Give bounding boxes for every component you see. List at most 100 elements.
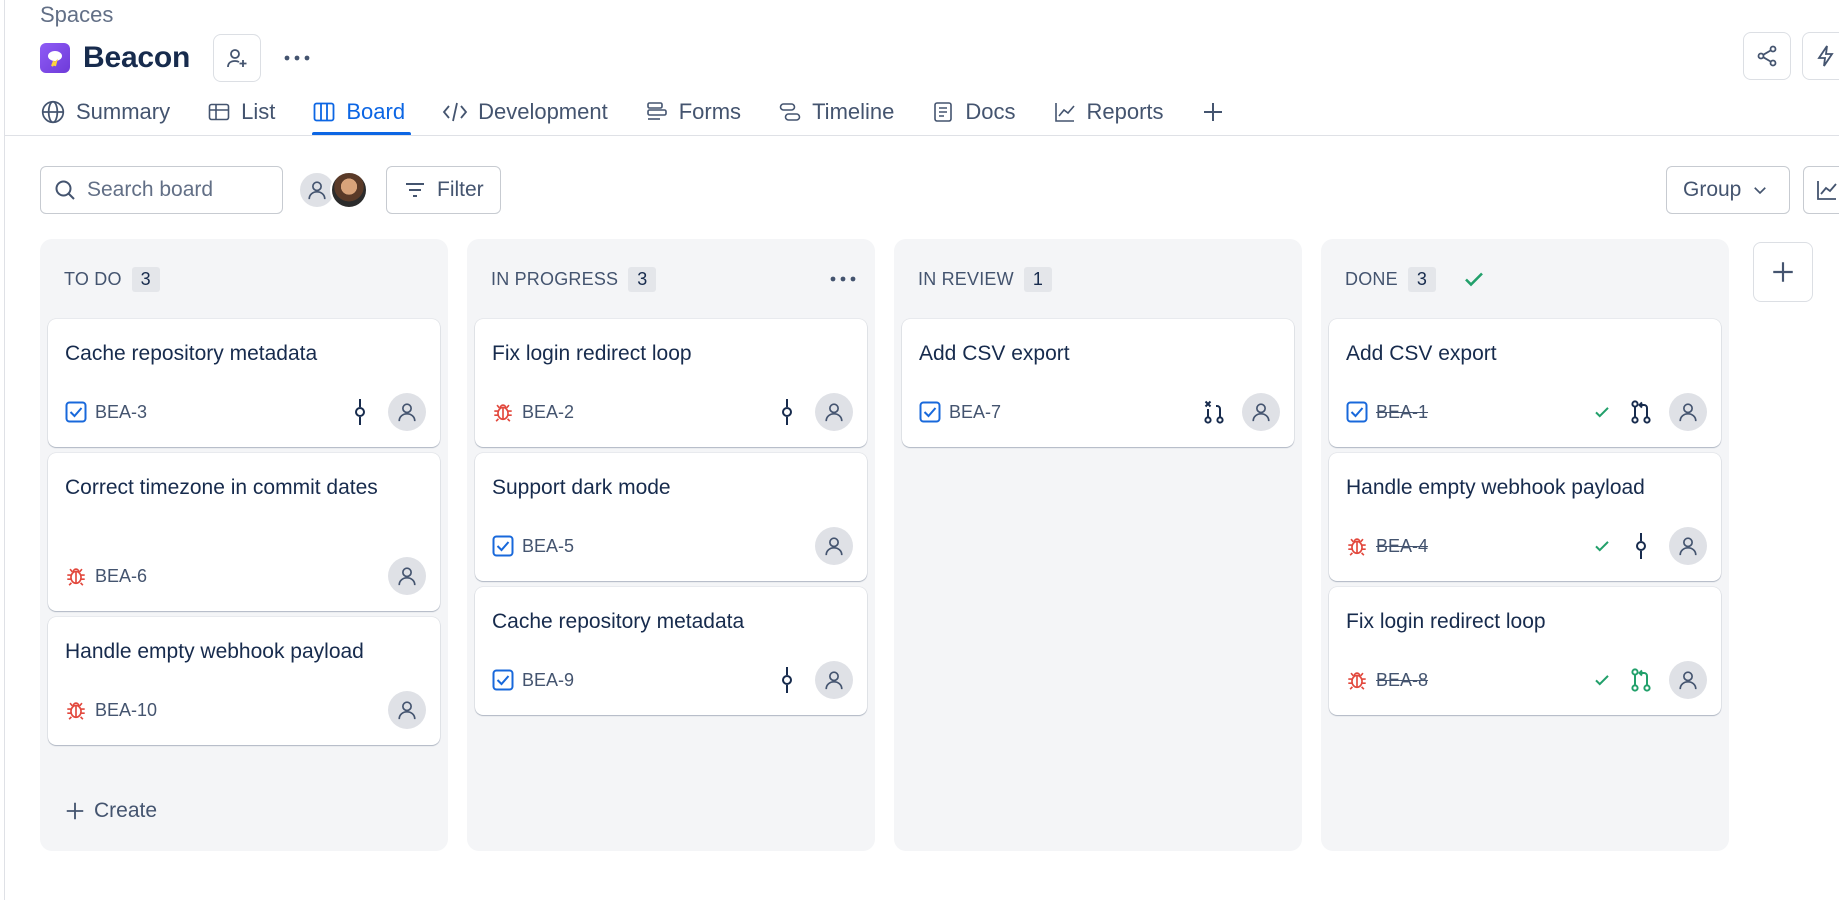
assignee-avatar[interactable] [388, 691, 426, 729]
card-indicators [773, 393, 853, 431]
commit-icon[interactable] [773, 665, 801, 695]
user-avatar-photo[interactable] [330, 171, 368, 209]
column-title: IN REVIEW [918, 268, 1014, 289]
pull-request-declined-icon[interactable] [1200, 397, 1228, 427]
group-label: Group [1683, 178, 1742, 201]
tab-timeline[interactable]: Timeline [778, 92, 894, 132]
assignee-avatar[interactable] [1242, 393, 1280, 431]
card-indicators [1591, 393, 1707, 431]
card-title: Handle empty webhook payload [1346, 476, 1645, 499]
commit-icon[interactable] [1627, 531, 1655, 561]
card-indicators [773, 661, 853, 699]
issue-key[interactable]: BEA-4 [1376, 536, 1428, 557]
tabs-divider [4, 135, 1839, 136]
assignee-avatar[interactable] [815, 393, 853, 431]
issue-key[interactable]: BEA-7 [949, 402, 1001, 423]
person-icon [396, 565, 418, 587]
person-icon [1677, 535, 1699, 557]
column-header: IN PROGRESS 3 [491, 263, 657, 295]
person-icon [396, 401, 418, 423]
issue-key[interactable]: BEA-10 [95, 700, 157, 721]
card-meta: BEA-1 [1346, 393, 1707, 431]
tab-forms[interactable]: Forms [645, 92, 741, 132]
issue-key[interactable]: BEA-2 [522, 402, 574, 423]
column-more-button[interactable] [825, 263, 861, 295]
done-check-icon [1591, 537, 1613, 555]
issue-card[interactable]: Fix login redirect loop BEA-8 [1329, 587, 1721, 715]
bug-icon [492, 401, 514, 423]
tab-board[interactable]: Board [312, 92, 411, 136]
lightning-icon [1817, 45, 1834, 67]
search-icon [55, 180, 75, 200]
issue-key[interactable]: BEA-1 [1376, 402, 1428, 423]
pull-request-icon[interactable] [1627, 397, 1655, 427]
automation-button[interactable] [1802, 32, 1839, 80]
issue-card[interactable]: Fix login redirect loop BEA-2 [475, 319, 867, 447]
assignee-avatar[interactable] [815, 527, 853, 565]
chevron-down-icon [1754, 187, 1767, 195]
add-view-button[interactable] [1201, 92, 1225, 132]
issue-key[interactable]: BEA-8 [1376, 670, 1428, 691]
column-count-badge: 3 [131, 266, 160, 292]
task-checkbox-icon [1346, 401, 1368, 423]
share-button[interactable] [1743, 32, 1791, 80]
issue-card[interactable]: Cache repository metadata BEA-9 [475, 587, 867, 715]
bug-icon [1346, 535, 1368, 557]
add-people-button[interactable] [213, 34, 262, 82]
card-indicators [346, 393, 426, 431]
timeline-icon [779, 103, 801, 121]
more-actions-button[interactable] [279, 40, 315, 76]
space-title: Beacon [83, 41, 191, 74]
assignee-avatar[interactable] [388, 393, 426, 431]
assignee-avatar[interactable] [1669, 393, 1707, 431]
tab-docs[interactable]: Docs [931, 92, 1016, 132]
card-title: Cache repository metadata [492, 610, 745, 633]
breadcrumb[interactable]: Spaces [40, 2, 113, 28]
issue-key[interactable]: BEA-5 [522, 536, 574, 557]
issue-card[interactable]: Add CSV export BEA-7 [902, 319, 1294, 447]
issue-card[interactable]: Cache repository metadata BEA-3 [48, 319, 440, 447]
done-check-icon [1591, 403, 1613, 421]
group-dropdown[interactable]: Group [1666, 166, 1790, 214]
task-checkbox-icon [65, 401, 87, 423]
issue-card[interactable]: Correct timezone in commit dates BEA-6 [48, 453, 440, 611]
card-meta: BEA-10 [65, 691, 426, 729]
assignee-filter-avatars [298, 171, 368, 209]
card-indicators [388, 691, 426, 729]
card-indicators [388, 557, 426, 595]
pull-request-merged-icon[interactable] [1627, 665, 1655, 695]
column-in-review: IN REVIEW 1 Add CSV export BEA-7 [894, 239, 1302, 851]
issue-key[interactable]: BEA-9 [522, 670, 574, 691]
issue-card[interactable]: Handle empty webhook payload BEA-4 [1329, 453, 1721, 581]
filter-button[interactable]: Filter [386, 166, 501, 214]
column-title: IN PROGRESS [491, 268, 619, 289]
issue-key[interactable]: BEA-3 [95, 402, 147, 423]
search-board-field[interactable] [40, 166, 283, 214]
space-logo-icon [40, 43, 70, 73]
tab-reports[interactable]: Reports [1053, 92, 1164, 132]
assignee-avatar[interactable] [1669, 527, 1707, 565]
create-issue-button[interactable]: Create [64, 799, 157, 823]
tab-summary[interactable]: Summary [40, 92, 170, 132]
column-header: DONE 3 [1345, 263, 1486, 295]
tab-development[interactable]: Development [442, 92, 608, 132]
issue-card[interactable]: Support dark mode BEA-5 [475, 453, 867, 581]
assignee-avatar[interactable] [388, 557, 426, 595]
tab-label: Forms [678, 99, 742, 124]
person-icon [1677, 669, 1699, 691]
assignee-avatar[interactable] [1669, 661, 1707, 699]
issue-card[interactable]: Add CSV export BEA-1 [1329, 319, 1721, 447]
commit-icon[interactable] [346, 397, 374, 427]
issue-key[interactable]: BEA-6 [95, 566, 147, 587]
card-meta: BEA-2 [492, 393, 853, 431]
issue-card[interactable]: Handle empty webhook payload BEA-10 [48, 617, 440, 745]
add-column-button[interactable] [1753, 242, 1813, 302]
search-input[interactable] [87, 178, 267, 202]
assignee-avatar[interactable] [815, 661, 853, 699]
insights-button[interactable] [1803, 166, 1839, 214]
person-icon [1677, 401, 1699, 423]
tab-label: Reports [1086, 99, 1164, 124]
commit-icon[interactable] [773, 397, 801, 427]
tab-list[interactable]: List [207, 92, 275, 132]
tab-label: Board [346, 99, 406, 124]
